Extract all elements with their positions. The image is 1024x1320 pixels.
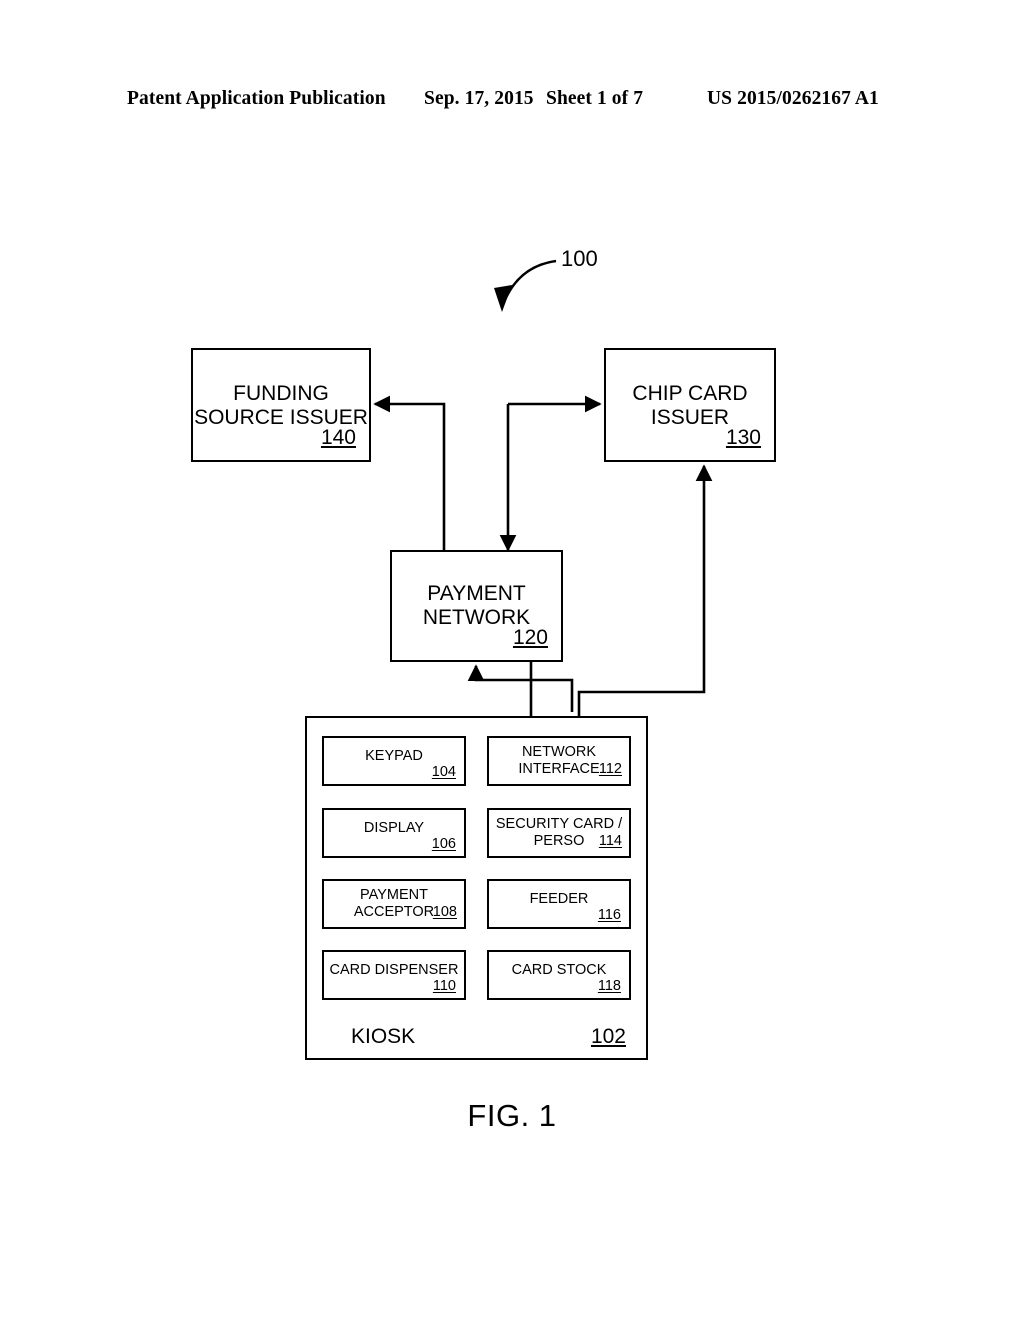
arrow-paynet-to-funding bbox=[373, 395, 446, 550]
chip-card-issuer-label: CHIP CARD ISSUER bbox=[632, 382, 748, 430]
arrow-kiosk-to-chip bbox=[577, 464, 713, 745]
component-display[interactable]: DISPLAY 106 bbox=[322, 808, 466, 858]
component-keypad[interactable]: KEYPAD 104 bbox=[322, 736, 466, 786]
block-chip-card-issuer[interactable]: CHIP CARD ISSUER 130 bbox=[604, 348, 776, 462]
kiosk-ref: 102 bbox=[590, 1025, 626, 1048]
block-funding-source-issuer[interactable]: FUNDING SOURCE ISSUER 140 bbox=[191, 348, 371, 462]
card-dispenser-ref: 110 bbox=[432, 978, 456, 994]
funding-source-issuer-label: FUNDING SOURCE ISSUER bbox=[194, 382, 368, 430]
kiosk-label: KIOSK bbox=[351, 1025, 416, 1048]
payment-network-label: PAYMENT NETWORK bbox=[422, 582, 531, 630]
feeder-ref: 116 bbox=[597, 907, 621, 923]
network-interface-ref: 112 bbox=[598, 761, 622, 777]
card-stock-ref: 118 bbox=[597, 978, 621, 994]
component-network-interface[interactable]: NETWORK INTERFACE 112 bbox=[487, 736, 631, 786]
component-card-stock[interactable]: CARD STOCK 118 bbox=[487, 950, 631, 1000]
arrow-kiosk-to-paynet bbox=[467, 664, 574, 712]
callout-leader-line bbox=[503, 259, 557, 301]
payment-network-ref: 120 bbox=[512, 626, 548, 649]
display-ref: 106 bbox=[431, 836, 456, 852]
component-security-card-perso[interactable]: SECURITY CARD / PERSO 114 bbox=[487, 808, 631, 858]
component-payment-acceptor[interactable]: PAYMENT ACCEPTOR 108 bbox=[322, 879, 466, 929]
funding-source-issuer-ref: 140 bbox=[320, 426, 356, 449]
figure-caption: FIG. 1 bbox=[467, 1098, 557, 1133]
component-card-dispenser[interactable]: CARD DISPENSER 110 bbox=[322, 950, 466, 1000]
keypad-ref: 104 bbox=[431, 764, 456, 780]
block-payment-network[interactable]: PAYMENT NETWORK 120 bbox=[390, 550, 563, 662]
system-callout-number: 100 bbox=[561, 246, 598, 271]
block-kiosk[interactable]: KEYPAD 104 DISPLAY 106 PAYMENT ACCEPTOR … bbox=[305, 716, 648, 1060]
chip-card-issuer-ref: 130 bbox=[725, 426, 761, 449]
security-card-perso-ref: 114 bbox=[598, 833, 622, 849]
payment-acceptor-ref: 108 bbox=[432, 904, 457, 920]
callout-leader-arrowhead bbox=[494, 285, 512, 312]
component-feeder[interactable]: FEEDER 116 bbox=[487, 879, 631, 929]
